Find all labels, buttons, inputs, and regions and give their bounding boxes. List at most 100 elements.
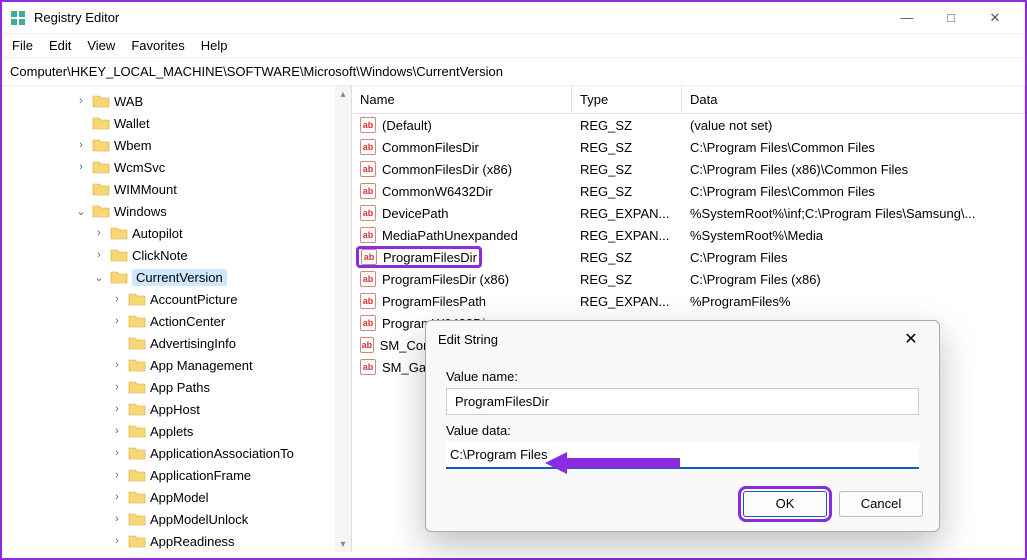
tree-item[interactable]: WIMMount xyxy=(2,178,351,200)
dialog-close-icon[interactable]: ✕ xyxy=(895,329,927,349)
tree-item-label: ClickNote xyxy=(132,248,188,263)
maximize-button[interactable]: □ xyxy=(929,3,973,33)
tree-item[interactable]: ›AppModel xyxy=(2,486,351,508)
tree-view[interactable]: ›WABWallet›Wbem›WcmSvcWIMMount⌄Windows›A… xyxy=(2,86,352,552)
value-name: ProgramFilesDir xyxy=(383,250,477,265)
expand-icon[interactable]: › xyxy=(92,227,106,239)
scroll-down-icon[interactable]: ▾ xyxy=(335,536,351,552)
string-value-icon: ab xyxy=(360,183,376,199)
menu-favorites[interactable]: Favorites xyxy=(131,38,184,53)
minimize-button[interactable]: — xyxy=(885,3,929,33)
tree-item[interactable]: ›Wbem xyxy=(2,134,351,156)
value-data-label: Value data: xyxy=(446,423,919,438)
col-type[interactable]: Type xyxy=(572,86,682,113)
expand-icon[interactable]: › xyxy=(110,491,124,503)
value-data: %SystemRoot%\Media xyxy=(682,228,1025,243)
menu-help[interactable]: Help xyxy=(201,38,228,53)
value-data: C:\Program Files\Common Files xyxy=(682,184,1025,199)
menu-file[interactable]: File xyxy=(12,38,33,53)
tree-item[interactable]: AdvertisingInfo xyxy=(2,332,351,354)
value-data: %SystemRoot%\inf;C:\Program Files\Samsun… xyxy=(682,206,1025,221)
menu-edit[interactable]: Edit xyxy=(49,38,71,53)
menu-view[interactable]: View xyxy=(87,38,115,53)
value-name: (Default) xyxy=(382,118,432,133)
expand-icon[interactable]: › xyxy=(110,535,124,547)
value-row[interactable]: abCommonFilesDirREG_SZC:\Program Files\C… xyxy=(352,136,1025,158)
string-value-icon: ab xyxy=(360,161,376,177)
value-name-label: Value name: xyxy=(446,369,919,384)
tree-item-label: Applets xyxy=(150,424,193,439)
expand-icon[interactable]: › xyxy=(110,315,124,327)
value-data-input[interactable] xyxy=(446,442,919,469)
close-button[interactable]: ✕ xyxy=(973,3,1017,33)
expand-icon[interactable]: › xyxy=(110,381,124,393)
tree-item[interactable]: › AppReadiness xyxy=(2,530,351,552)
tree-item[interactable]: ›WAB xyxy=(2,90,351,112)
expand-icon[interactable]: › xyxy=(110,403,124,415)
tree-item-label: Wallet xyxy=(114,116,150,131)
value-row[interactable]: ab(Default)REG_SZ(value not set) xyxy=(352,114,1025,136)
tree-item[interactable]: ›AppModelUnlock xyxy=(2,508,351,530)
expand-icon[interactable]: › xyxy=(74,139,88,151)
address-bar[interactable]: Computer\HKEY_LOCAL_MACHINE\SOFTWARE\Mic… xyxy=(2,57,1025,86)
expand-icon[interactable]: › xyxy=(110,469,124,481)
tree-item[interactable]: ›Autopilot xyxy=(2,222,351,244)
string-value-icon: ab xyxy=(360,337,374,353)
value-row[interactable]: abProgramFilesDir (x86)REG_SZC:\Program … xyxy=(352,268,1025,290)
expand-icon[interactable]: › xyxy=(110,513,124,525)
cancel-button[interactable]: Cancel xyxy=(839,491,923,517)
value-row[interactable]: abProgramFilesDirREG_SZC:\Program Files xyxy=(352,246,1025,268)
expand-icon[interactable]: ⌄ xyxy=(74,205,88,218)
col-data[interactable]: Data xyxy=(682,86,1025,113)
value-type: REG_EXPAN... xyxy=(572,206,682,221)
expand-icon[interactable]: › xyxy=(110,425,124,437)
expand-icon[interactable]: › xyxy=(92,249,106,261)
tree-item[interactable]: ›App Management xyxy=(2,354,351,376)
value-row[interactable]: abProgramFilesPathREG_EXPAN...%ProgramFi… xyxy=(352,290,1025,312)
expand-icon[interactable]: › xyxy=(110,293,124,305)
tree-item[interactable]: Wallet xyxy=(2,112,351,134)
ok-button[interactable]: OK xyxy=(743,491,827,517)
expand-icon[interactable]: › xyxy=(74,95,88,107)
value-type: REG_SZ xyxy=(572,184,682,199)
expand-icon[interactable]: › xyxy=(74,161,88,173)
tree-item[interactable]: ›AccountPicture xyxy=(2,288,351,310)
tree-scrollbar[interactable]: ▴ ▾ xyxy=(335,86,351,552)
tree-item-label: App Paths xyxy=(150,380,210,395)
expand-icon[interactable]: › xyxy=(110,447,124,459)
dialog-titlebar[interactable]: Edit String ✕ xyxy=(426,321,939,357)
value-row[interactable]: abMediaPathUnexpandedREG_EXPAN...%System… xyxy=(352,224,1025,246)
tree-item[interactable]: ›AppHost xyxy=(2,398,351,420)
expand-icon[interactable]: › xyxy=(110,359,124,371)
tree-item-label: ApplicationAssociationTo xyxy=(150,446,294,461)
value-data: C:\Program Files xyxy=(682,250,1025,265)
tree-item[interactable]: › ClickNote xyxy=(2,244,351,266)
menubar: File Edit View Favorites Help xyxy=(2,34,1025,57)
tree-item[interactable]: › Applets xyxy=(2,420,351,442)
scroll-up-icon[interactable]: ▴ xyxy=(335,86,351,102)
value-data: (value not set) xyxy=(682,118,1025,133)
value-type: REG_SZ xyxy=(572,272,682,287)
string-value-icon: ab xyxy=(360,139,376,155)
tree-item[interactable]: ⌄CurrentVersion xyxy=(2,266,351,288)
tree-item[interactable]: › ApplicationAssociationTo xyxy=(2,442,351,464)
tree-item[interactable]: ›ActionCenter xyxy=(2,310,351,332)
value-type: REG_SZ xyxy=(572,250,682,265)
value-row[interactable]: abDevicePathREG_EXPAN...%SystemRoot%\inf… xyxy=(352,202,1025,224)
value-type: REG_SZ xyxy=(572,140,682,155)
tree-item-label: AppReadiness xyxy=(150,534,235,549)
app-icon xyxy=(10,10,26,26)
tree-item[interactable]: ›ApplicationFrame xyxy=(2,464,351,486)
tree-item[interactable]: ›WcmSvc xyxy=(2,156,351,178)
tree-item[interactable]: ⌄Windows xyxy=(2,200,351,222)
value-type: REG_SZ xyxy=(572,162,682,177)
value-row[interactable]: abCommonFilesDir (x86)REG_SZC:\Program F… xyxy=(352,158,1025,180)
value-row[interactable]: ab CommonW6432Dir REG_SZC:\Program Files\C… xyxy=(352,180,1025,202)
value-type: REG_EXPAN... xyxy=(572,294,682,309)
expand-icon[interactable]: ⌄ xyxy=(92,271,106,284)
value-data: C:\Program Files (x86) xyxy=(682,272,1025,287)
value-name: CommonW6432Dir xyxy=(382,184,493,199)
titlebar: Registry Editor — □ ✕ xyxy=(2,2,1025,34)
tree-item[interactable]: › App Paths xyxy=(2,376,351,398)
col-name[interactable]: Name xyxy=(352,86,572,113)
